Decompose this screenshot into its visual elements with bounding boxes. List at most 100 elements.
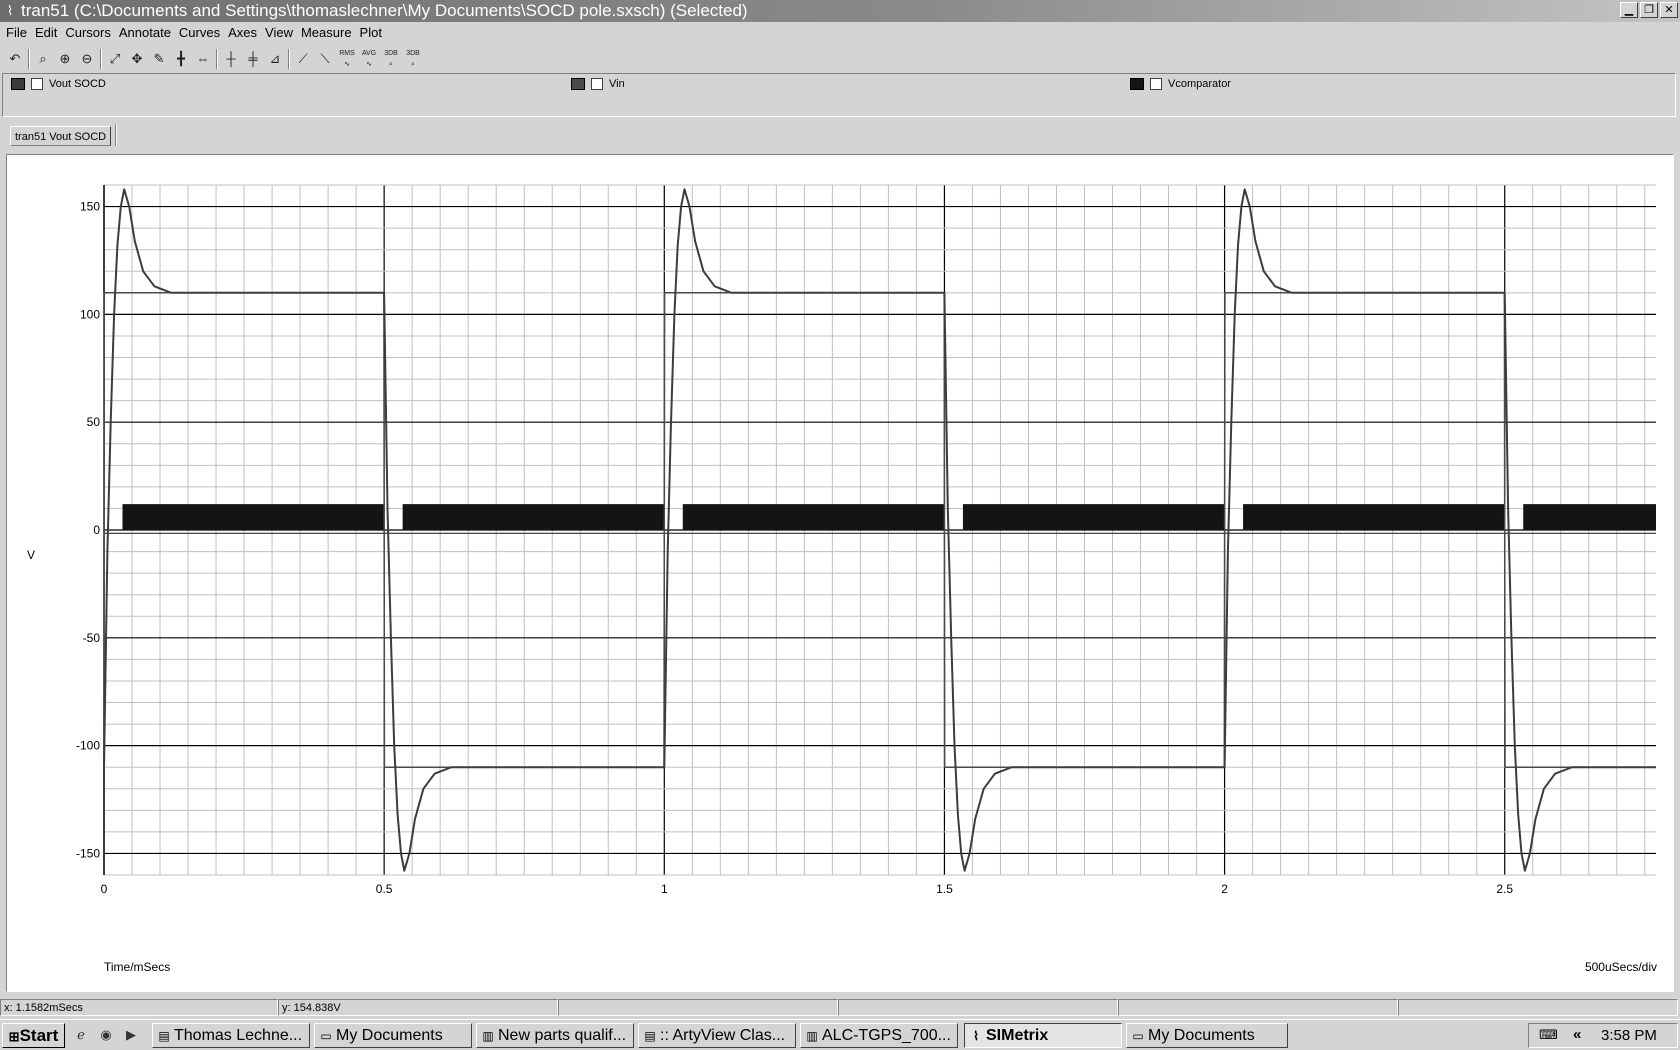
restore-icon[interactable]: ❐ — [1640, 2, 1658, 18]
taskbar-item-label: My Documents — [336, 1027, 443, 1044]
y-tick-label: -100 — [76, 739, 100, 753]
menu-axes[interactable]: Axes — [224, 22, 261, 44]
taskbar-item-artyview[interactable]: ▤:: ArtyView Clas... — [638, 1023, 796, 1048]
legend-swatch — [571, 78, 585, 90]
new-grid-icon[interactable]: ╪ — [242, 48, 264, 70]
taskbar-item-label: ALC-TGPS_700... — [822, 1027, 951, 1044]
clock: 3:58 PM — [1601, 1027, 1657, 1044]
legend-swatch — [11, 78, 25, 90]
fit-icon[interactable]: ⤢ — [104, 48, 126, 70]
rise-icon[interactable]: ⟋ — [292, 48, 314, 70]
log-axis-icon[interactable]: ⊿ — [264, 48, 286, 70]
zoom-out-icon[interactable]: ⊖ — [76, 48, 98, 70]
fall-icon[interactable]: ⟍ — [314, 48, 336, 70]
zoom-in-icon[interactable]: ⊕ — [54, 48, 76, 70]
rms-icon[interactable]: RMS ∿ — [336, 48, 358, 70]
status-cell-empty — [1118, 999, 1398, 1016]
zoom-box-icon[interactable]: ⌕ — [32, 48, 54, 70]
browser-page-icon: ▤ — [158, 1029, 170, 1043]
x-tick-label: 0.5 — [376, 882, 393, 896]
menu-view[interactable]: View — [261, 22, 297, 44]
menu-edit[interactable]: Edit — [31, 22, 61, 44]
legend-panel: Vout SOCD Vin Vcomparator — [2, 73, 1676, 117]
cursor-x-readout: x: 1.1582mSecs — [0, 999, 278, 1016]
legend-checkbox[interactable] — [591, 78, 603, 90]
legend-checkbox[interactable] — [31, 78, 43, 90]
taskbar-item-simetrix[interactable]: ⌇ SIMetrix — [964, 1023, 1122, 1048]
taskbar-item-alc-tgps[interactable]: ▥ ALC-TGPS_700... — [800, 1023, 958, 1048]
cursor-add-icon[interactable]: ╋ — [170, 48, 192, 70]
document-icon: ▥ — [806, 1029, 818, 1043]
toolbar-separator — [28, 49, 30, 69]
cursor-move-icon[interactable]: ⇔ — [192, 48, 214, 70]
waveform-chart[interactable]: 0 0.5 1 1.5 2 2.5 150 100 50 0 -50 -100 -150 Time/mS… — [7, 155, 1673, 991]
taskbar-item-my-documents-2[interactable]: ▭ My Documents — [1126, 1023, 1288, 1048]
legend-label: Vin — [609, 78, 625, 90]
menu-curves[interactable]: Curves — [175, 22, 224, 44]
y-tick-label: -150 — [76, 846, 100, 860]
toolbar-separator — [216, 49, 218, 69]
y-axis-label: V — [27, 548, 35, 562]
graph-tab-strip: tran51 Vout SOCD — [0, 122, 1680, 148]
windows-logo-icon: ⊞ — [8, 1029, 20, 1044]
3db-low-icon[interactable]: 3DB ⌕ — [402, 48, 424, 70]
y-tick-label: 50 — [87, 415, 101, 429]
menu-measure[interactable]: Measure — [297, 22, 356, 44]
simetrix-icon: ⌇ — [973, 1029, 979, 1043]
menu-annotate[interactable]: Annotate — [115, 22, 175, 44]
vcomparator-pulse — [962, 504, 1225, 530]
pan-icon[interactable]: ✥ — [126, 48, 148, 70]
toolbar: ↶ ⌕ ⊕ ⊖ ⤢ ✥ ✎ ╋ ⇔ ┼ ╪ ⊿ ⟋ ⟍ RMS ∿ AVG ∿ 3D… — [0, 46, 440, 72]
folder-icon: ▭ — [320, 1029, 332, 1043]
3db-high-icon[interactable]: 3DB ⌕ — [380, 48, 402, 70]
plot-area[interactable]: 0 0.5 1 1.5 2 2.5 150 100 50 0 -50 -100 -150 Time/mS… — [6, 154, 1674, 992]
x-tick-label: 2.5 — [1496, 882, 1513, 896]
avg-icon[interactable]: AVG ∿ — [358, 48, 380, 70]
undo-icon[interactable]: ↶ — [4, 48, 26, 70]
waveform-app-icon[interactable]: ⌇ — [2, 3, 18, 19]
status-cell-empty — [838, 999, 1118, 1016]
legend-entry-vin[interactable]: Vin — [571, 78, 625, 90]
rms-label: RMS — [339, 50, 355, 57]
minimize-icon[interactable]: ▁ — [1620, 2, 1638, 18]
vcomparator-pulse — [122, 504, 385, 530]
axis-tick-labels: 0 0.5 1 1.5 2 2.5 150 100 50 0 -50 -100 -150 — [76, 200, 1513, 896]
toolbar-separator — [288, 49, 290, 69]
taskbar: ⊞Start ℯ ◉ ▶ ▤ Thomas Lechne... ▭ My Docum… — [0, 1019, 1680, 1050]
keyboard-icon[interactable]: ⌨ — [1539, 1027, 1558, 1043]
firefox-icon[interactable]: ◉ — [97, 1026, 115, 1044]
y-tick-label: 150 — [80, 200, 100, 214]
text-label-icon[interactable]: ✎ — [148, 48, 170, 70]
start-button[interactable]: ⊞Start — [2, 1023, 65, 1048]
system-tray: ⌨ « 3:58 PM — [1528, 1023, 1678, 1048]
taskbar-item-thomas-lechner[interactable]: ▤ Thomas Lechne... — [152, 1023, 310, 1048]
vcomparator-pulse — [682, 504, 945, 530]
legend-checkbox[interactable] — [1150, 78, 1162, 90]
media-player-icon[interactable]: ▶ — [122, 1026, 140, 1044]
status-cell-empty — [1398, 999, 1678, 1016]
chevron-left-icon[interactable]: « — [1573, 1026, 1581, 1043]
vcomparator-pulse — [1523, 504, 1656, 530]
window-title: tran51 (C:\Documents and Settings\thomas… — [21, 1, 748, 20]
menu-cursors[interactable]: Cursors — [61, 22, 115, 44]
y-tick-label: -50 — [83, 631, 101, 645]
3db-high-label: 3DB — [384, 50, 398, 57]
legend-entry-vout[interactable]: Vout SOCD — [11, 78, 106, 90]
x-axis-label: Time/mSecs — [104, 960, 170, 974]
tab-tran51-vout-socd[interactable]: tran51 Vout SOCD — [10, 126, 112, 146]
ie-icon[interactable]: ℯ — [72, 1026, 90, 1044]
start-label: Start — [19, 1026, 59, 1045]
taskbar-item-my-documents[interactable]: ▭ My Documents — [314, 1023, 472, 1048]
taskbar-item-new-parts[interactable]: ▥ New parts qualif... — [476, 1023, 634, 1048]
taskbar-item-label: My Documents — [1148, 1027, 1255, 1044]
menu-file[interactable]: File — [2, 22, 31, 44]
status-bar: x: 1.1582mSecs y: 154.838V — [0, 997, 1680, 1017]
menu-plot[interactable]: Plot — [356, 22, 386, 44]
new-axis-icon[interactable]: ┼ — [220, 48, 242, 70]
taskbar-item-label: SIMetrix — [986, 1027, 1049, 1044]
taskbar-item-label: :: ArtyView Clas... — [660, 1027, 786, 1044]
vcomparator-pulse — [402, 504, 665, 530]
tab-divider — [115, 124, 117, 146]
close-icon[interactable]: ✕ — [1660, 2, 1678, 18]
legend-entry-vcomparator[interactable]: Vcomparator — [1130, 78, 1231, 90]
